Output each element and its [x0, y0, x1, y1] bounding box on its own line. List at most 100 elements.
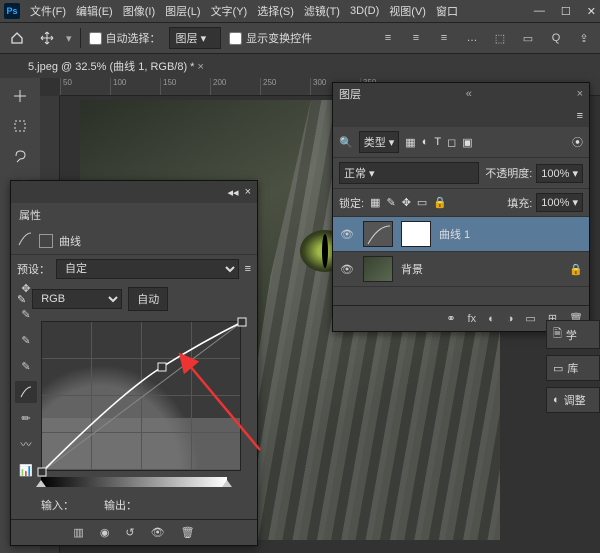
- home-icon[interactable]: [6, 27, 28, 49]
- move-tool[interactable]: [6, 84, 34, 108]
- more-icon[interactable]: …: [462, 28, 482, 48]
- menu-type[interactable]: 文字(Y): [211, 3, 248, 19]
- reset-icon[interactable]: ↺: [125, 526, 134, 539]
- right-collapsed-panels: 🗎 学 ▭ 库 ◐ 调整: [546, 320, 600, 413]
- filter-smart-icon[interactable]: ▣: [462, 136, 472, 149]
- menu-view[interactable]: 视图(V): [389, 3, 426, 19]
- filter-pixel-icon[interactable]: ▦: [405, 136, 415, 149]
- menu-file[interactable]: 文件(F): [30, 3, 66, 19]
- view-previous-icon[interactable]: ◉: [100, 526, 110, 539]
- filter-type-icon[interactable]: T: [434, 136, 441, 148]
- adjustment-layer-icon[interactable]: ◑: [507, 313, 514, 325]
- layer-row-curves[interactable]: 👁 曲线 1: [333, 217, 589, 252]
- link-layers-icon[interactable]: ⚭: [446, 312, 455, 325]
- lasso-tool[interactable]: [6, 144, 34, 168]
- filter-adjust-icon[interactable]: ◐: [422, 136, 429, 148]
- window-minimize-icon[interactable]: —: [534, 5, 545, 18]
- properties-tab[interactable]: 属性: [11, 203, 257, 227]
- menu-window[interactable]: 窗口: [436, 3, 458, 19]
- lock-artboard-icon[interactable]: ▭: [417, 196, 427, 209]
- channel-dropdown[interactable]: RGB: [32, 289, 122, 309]
- layer-name[interactable]: 曲线 1: [439, 226, 470, 242]
- panel-menu-icon[interactable]: ≡: [245, 263, 251, 275]
- targeted-adjust-tool[interactable]: ✥: [15, 277, 37, 299]
- move-tool-icon[interactable]: [36, 27, 58, 49]
- align-center-icon[interactable]: ≡: [406, 28, 426, 48]
- layer-row-background[interactable]: 👁 背景 🔒: [333, 252, 589, 287]
- histogram-options[interactable]: 📊: [15, 459, 37, 481]
- panel-close-icon[interactable]: ×: [245, 186, 251, 198]
- fill-input[interactable]: 100% ▾: [536, 193, 583, 212]
- marquee-tool[interactable]: [6, 114, 34, 138]
- toggle-visibility-icon[interactable]: 👁: [151, 526, 165, 539]
- menu-3d[interactable]: 3D(D): [350, 5, 379, 17]
- libraries-panel-collapsed[interactable]: ▭ 库: [546, 355, 600, 381]
- menu-layer[interactable]: 图层(L): [165, 3, 200, 19]
- adjustments-panel-collapsed[interactable]: ◐ 调整: [546, 387, 600, 413]
- lock-pixels-icon[interactable]: ▦: [370, 196, 380, 209]
- menu-select[interactable]: 选择(S): [257, 3, 294, 19]
- window-maximize-icon[interactable]: ☐: [561, 5, 571, 18]
- window-close-icon[interactable]: ✕: [587, 5, 596, 18]
- black-point-eyedropper[interactable]: ✎: [15, 303, 37, 325]
- layer-style-icon[interactable]: fx: [468, 313, 477, 325]
- document-tab[interactable]: 5.jpeg @ 32.5% (曲线 1, RGB/8) * ×: [20, 54, 212, 78]
- panel-menu-icon[interactable]: ≡: [577, 110, 583, 122]
- chevron-down-icon[interactable]: ▾: [66, 32, 72, 45]
- lock-all-icon[interactable]: 🔒: [433, 196, 447, 209]
- auto-select-checkbox[interactable]: 自动选择：: [89, 30, 161, 46]
- gray-point-eyedropper[interactable]: ✎: [15, 329, 37, 351]
- align-right-icon[interactable]: ≡: [434, 28, 454, 48]
- fill-label: 填充:: [507, 195, 532, 211]
- lock-brush-icon[interactable]: ✎: [386, 196, 395, 209]
- share-icon[interactable]: ⇪: [574, 28, 594, 48]
- curve-point-tool[interactable]: [15, 381, 37, 403]
- lock-position-icon[interactable]: ✥: [402, 196, 411, 209]
- input-gradient[interactable]: [41, 477, 227, 487]
- opacity-input[interactable]: 100% ▾: [536, 164, 583, 183]
- menu-edit[interactable]: 编辑(E): [76, 3, 113, 19]
- search-icon[interactable]: Q: [546, 28, 566, 48]
- menu-filter[interactable]: 滤镜(T): [304, 3, 340, 19]
- mask-thumb[interactable]: [401, 221, 431, 247]
- lock-label: 锁定:: [339, 195, 364, 211]
- curve-pencil-tool[interactable]: ✏: [15, 407, 37, 429]
- view-mode-icon[interactable]: ▭: [518, 28, 538, 48]
- adjustment-title: 曲线: [59, 233, 81, 249]
- tab-close-icon[interactable]: ×: [198, 61, 204, 73]
- group-icon[interactable]: ▭: [525, 312, 535, 325]
- learn-panel-collapsed[interactable]: 🗎 学: [546, 320, 600, 349]
- panel-collapse-icon[interactable]: «: [466, 88, 472, 100]
- auto-button[interactable]: 自动: [128, 287, 168, 311]
- layer-thumb: [363, 256, 393, 282]
- layers-panel-titlebar[interactable]: 图层 « ×: [333, 83, 589, 105]
- input-label: 输入：: [41, 497, 74, 513]
- filter-shape-icon[interactable]: ◻: [447, 136, 456, 149]
- smooth-curve-tool[interactable]: 〰: [15, 433, 37, 455]
- 3d-mode-icon[interactable]: ⬚: [490, 28, 510, 48]
- layer-name[interactable]: 背景: [401, 261, 423, 277]
- main-menubar: Ps 文件(F) 编辑(E) 图像(I) 图层(L) 文字(Y) 选择(S) 滤…: [0, 0, 600, 22]
- mask-mode-icon[interactable]: [39, 234, 53, 248]
- menu-image[interactable]: 图像(I): [123, 3, 155, 19]
- panel-close-icon[interactable]: ×: [577, 88, 583, 100]
- layers-panel-title: 图层: [339, 86, 361, 102]
- show-transform-checkbox[interactable]: 显示变换控件: [229, 30, 312, 46]
- visibility-toggle-icon[interactable]: 👁: [339, 228, 355, 241]
- filter-toggle-icon[interactable]: ⦿: [572, 134, 583, 150]
- delete-adjustment-icon[interactable]: 🗑: [181, 526, 195, 539]
- clip-to-layer-icon[interactable]: ▥: [73, 526, 83, 539]
- visibility-toggle-icon[interactable]: 👁: [339, 263, 355, 276]
- options-toolbar: ▾ 自动选择： 图层 ▾ 显示变换控件 ≡ ≡ ≡ … ⬚ ▭ Q ⇪: [0, 22, 600, 54]
- filter-search-icon[interactable]: 🔍: [339, 136, 353, 149]
- panel-collapse-icon[interactable]: ◂◂: [228, 186, 239, 199]
- blend-mode-dropdown[interactable]: 正常 ▾: [339, 162, 479, 184]
- auto-select-target-dropdown[interactable]: 图层 ▾: [169, 27, 222, 49]
- curves-tools: ✥ ✎ ✎ ✎ ✏ 〰 📊: [15, 277, 37, 481]
- preset-dropdown[interactable]: 自定: [56, 259, 239, 279]
- layer-mask-icon[interactable]: ◐: [488, 313, 495, 325]
- curves-graph[interactable]: [41, 321, 241, 471]
- white-point-eyedropper[interactable]: ✎: [15, 355, 37, 377]
- layer-filter-dropdown[interactable]: 类型 ▾: [359, 131, 400, 153]
- align-left-icon[interactable]: ≡: [378, 28, 398, 48]
